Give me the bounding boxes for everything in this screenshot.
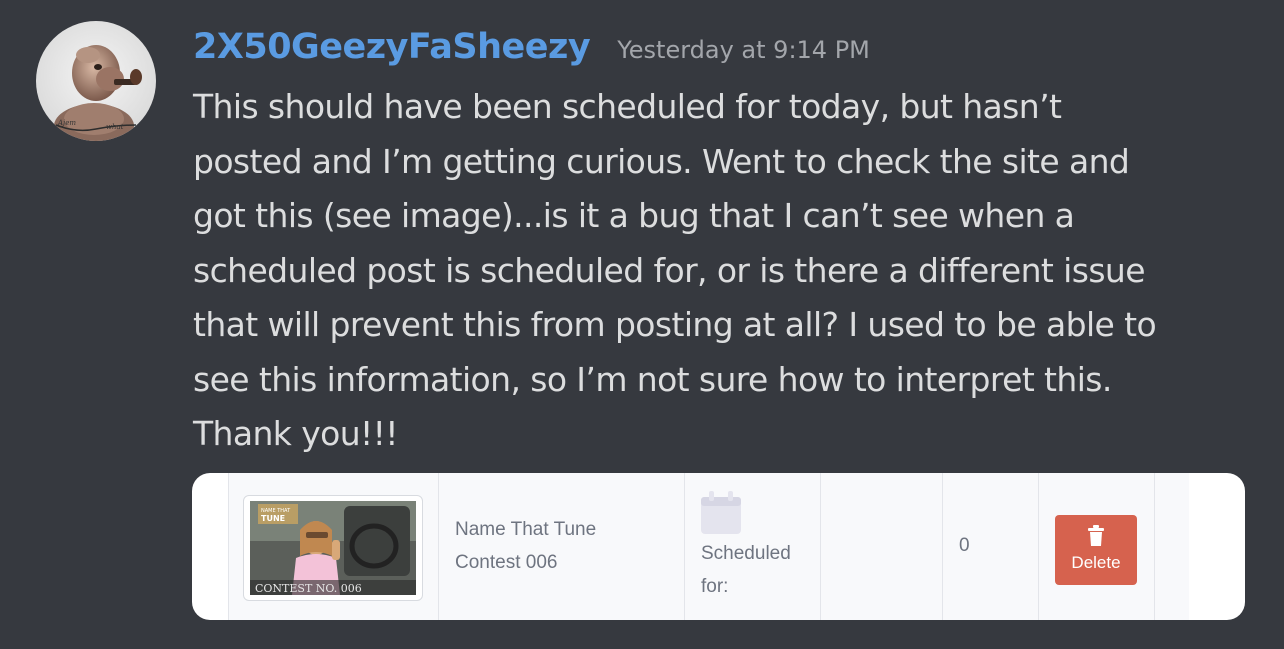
attachment-image[interactable]: NAME THAT TUNE CONTEST NO. 006 Name That… — [192, 473, 1245, 620]
scheduled-label-line1: Scheduled — [701, 543, 791, 564]
post-title-line1[interactable]: Name That Tune — [455, 513, 596, 546]
svg-text:TUNE: TUNE — [261, 514, 285, 523]
action-cell: Delete — [1038, 473, 1155, 620]
timestamp[interactable]: Yesterday at 9:14 PM — [617, 36, 870, 64]
trailing-cell — [1154, 473, 1190, 620]
count-value: 0 — [959, 535, 970, 556]
title-cell: Name That Tune Contest 006 — [438, 473, 685, 620]
avatar[interactable]: Ajem what — [36, 21, 156, 141]
delete-button[interactable]: Delete — [1055, 515, 1137, 585]
thumbnail-caption: CONTEST NO. 006 — [255, 582, 362, 595]
svg-text:Ajem: Ajem — [57, 119, 76, 127]
thumbnail-cell: NAME THAT TUNE CONTEST NO. 006 — [228, 473, 439, 620]
message-text: This should have been scheduled for toda… — [193, 87, 1157, 453]
popeye-avatar-icon: Ajem what — [36, 21, 156, 141]
scheduled-label-line2: for: — [701, 576, 729, 597]
calendar-icon — [701, 491, 741, 534]
schedule-cell: Scheduled for: — [684, 473, 821, 620]
empty-cell — [820, 473, 943, 620]
post-title-line2[interactable]: Contest 006 — [455, 546, 596, 579]
message-header: 2X50GeezyFaSheezy Yesterday at 9:14 PM — [193, 27, 870, 77]
count-cell: 0 — [942, 473, 1039, 620]
trash-icon — [1088, 525, 1104, 546]
svg-text:what: what — [106, 123, 124, 131]
thumbnail-image: NAME THAT TUNE CONTEST NO. 006 — [250, 501, 416, 595]
delete-label: Delete — [1071, 553, 1121, 572]
username[interactable]: 2X50GeezyFaSheezy — [193, 27, 591, 67]
table-row: NAME THAT TUNE CONTEST NO. 006 Name That… — [228, 473, 1189, 620]
post-thumbnail: NAME THAT TUNE CONTEST NO. 006 — [243, 495, 423, 601]
